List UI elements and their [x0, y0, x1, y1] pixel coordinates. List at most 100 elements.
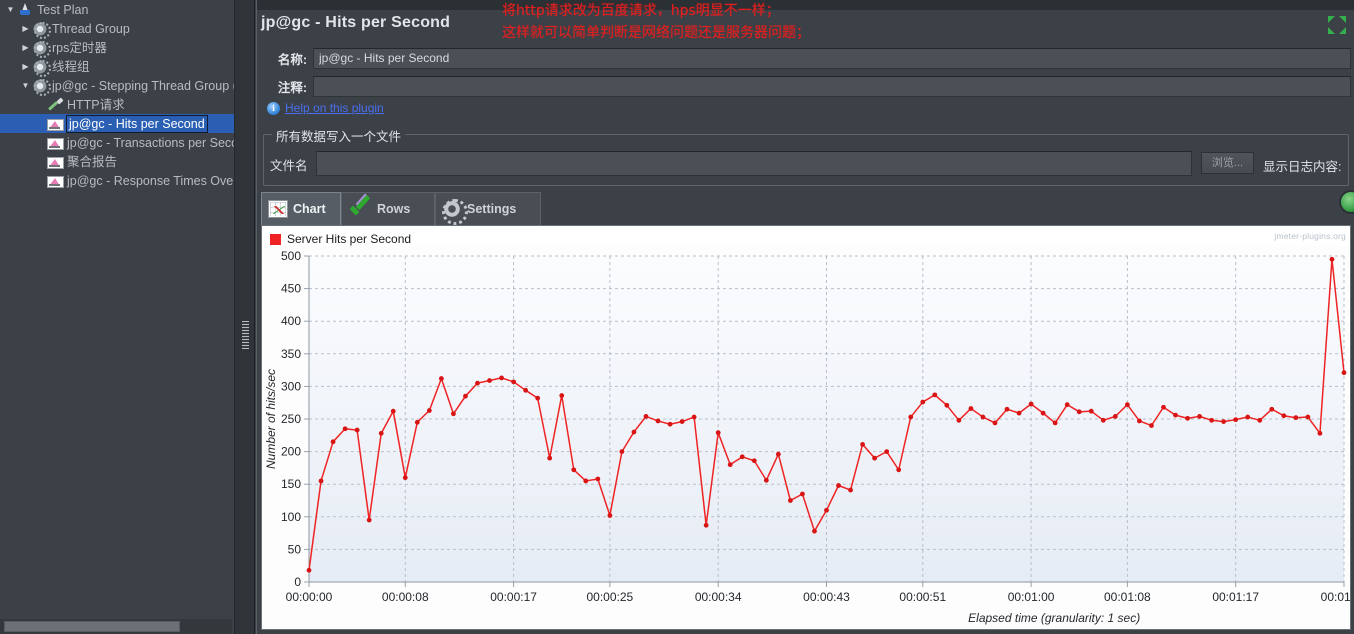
tree-indent-spacer: • [34, 133, 47, 152]
gear-icon [32, 58, 51, 77]
tree-item-3[interactable]: ▶ 线程组 [0, 57, 234, 77]
name-label: 名称: [277, 52, 307, 67]
gear-tab-icon [442, 199, 468, 225]
chart-tab-icon [268, 200, 288, 218]
tree-indent-spacer: • [34, 114, 47, 133]
svg-text:00:01:08: 00:01:08 [1104, 590, 1151, 604]
filename-label: 文件名 [270, 159, 308, 173]
tab-strip: Chart Rows Settings [261, 192, 1351, 225]
svg-text:350: 350 [281, 347, 301, 361]
tab-settings[interactable]: Settings [435, 192, 541, 225]
help-row: i Help on this plugin [267, 101, 384, 115]
svg-text:500: 500 [281, 249, 301, 263]
browse-button[interactable]: 浏览... [1201, 152, 1254, 174]
gear-icon [32, 20, 51, 39]
filename-input[interactable] [316, 151, 1192, 176]
expand-collapse-icon-open[interactable]: ▼ [19, 76, 32, 95]
tree-item-0[interactable]: ▼ Test Plan [0, 0, 234, 19]
tab-rows[interactable]: Rows [341, 192, 435, 225]
svg-text:450: 450 [281, 282, 301, 296]
title-strip [257, 0, 1354, 10]
write-all-data-group: 所有数据写入一个文件 文件名 浏览... 显示日志内容: 仅错误日志 仅成功日志… [263, 126, 1349, 186]
tree-item-label: jp@gc - Transactions per Secon [67, 135, 234, 150]
pipette-icon [47, 97, 64, 113]
tree-item-label: 聚合报告 [67, 154, 118, 169]
expand-collapse-icon-open[interactable]: ▼ [4, 0, 17, 19]
svg-text:00:01:26: 00:01:26 [1321, 590, 1350, 604]
main-panel: jp@gc - Hits per Second 名称: 注释: i Help o… [256, 0, 1354, 634]
splitter-grip-icon[interactable] [242, 321, 249, 349]
svg-text:00:00:08: 00:00:08 [382, 590, 429, 604]
svg-text:00:01:17: 00:01:17 [1212, 590, 1259, 604]
tree-item-5[interactable]: • HTTP请求 [0, 95, 234, 114]
legend-color-swatch [270, 233, 281, 245]
chart-icon [47, 175, 64, 188]
svg-text:0: 0 [294, 575, 301, 589]
sidebar-horizontal-scrollbar-track[interactable] [0, 619, 232, 634]
svg-text:00:01:00: 00:01:00 [1008, 590, 1055, 604]
svg-text:00:00:25: 00:00:25 [587, 590, 634, 604]
tree-indent-spacer: • [34, 95, 47, 114]
tree-item-label: 线程组 [52, 59, 90, 74]
svg-text:100: 100 [281, 510, 301, 524]
info-icon: i [267, 101, 280, 115]
tab-chart[interactable]: Chart [261, 192, 341, 225]
panel-splitter[interactable] [234, 0, 255, 634]
annotation-line-2: 这样就可以简单判断是网络问题还是服务器问题； [502, 25, 810, 41]
tree-item-label: Test Plan [37, 2, 89, 17]
tree-item-label: jp@gc - Stepping Thread Group (d [52, 78, 234, 93]
tree-item-label: Thread Group [52, 21, 130, 36]
tree-item-1[interactable]: ▶ Thread Group [0, 19, 234, 39]
tab-settings-label: Settings [467, 202, 517, 216]
tree-item-label: HTTP请求 [67, 97, 125, 112]
plot-area: 0 50 100 150 200 250 300 350 400 450 500 00:00:00 00… [262, 246, 1350, 629]
test-plan-tree[interactable]: ▼ Test Plan ▶ Thread Group ▶ rps定时器 ▶ 线程组 ▼ jp@gc… [0, 0, 234, 634]
expand-collapse-icon-closed[interactable]: ▶ [19, 38, 32, 57]
expand-arrows-icon[interactable] [1328, 16, 1346, 34]
sidebar-horizontal-scrollbar-thumb[interactable] [4, 621, 180, 632]
tree-item-2[interactable]: ▶ rps定时器 [0, 38, 234, 58]
legend-label: Server Hits per Second [287, 232, 412, 246]
show-log-content-label: 显示日志内容: [1263, 160, 1342, 174]
svg-text:Elapsed time (granularity: 1 s: Elapsed time (granularity: 1 sec) [968, 611, 1140, 625]
write-all-data-group-title: 所有数据写入一个文件 [272, 126, 406, 145]
tab-chart-label: Chart [293, 202, 326, 216]
svg-text:Number of hits/sec: Number of hits/sec [264, 369, 278, 469]
check-tab-icon [348, 198, 372, 220]
tree-item-label: jp@gc - Response Times Over T [67, 173, 234, 188]
svg-text:400: 400 [281, 314, 301, 328]
comment-input[interactable] [313, 75, 1351, 97]
svg-text:00:00:00: 00:00:00 [286, 590, 333, 604]
expand-collapse-icon-closed[interactable]: ▶ [19, 19, 32, 38]
comment-field-row: 注释: [257, 74, 1354, 98]
help-on-plugin-link[interactable]: Help on this plugin [285, 101, 384, 115]
hits-per-second-line-chart: 0 50 100 150 200 250 300 350 400 450 500 00:00:00 00… [262, 246, 1350, 629]
gear-icon [32, 77, 51, 96]
gear-icon [32, 39, 51, 58]
tab-rows-label: Rows [377, 202, 411, 216]
tree-item-4[interactable]: ▼ jp@gc - Stepping Thread Group (d [0, 76, 234, 96]
chart-icon [47, 137, 64, 150]
svg-text:00:00:34: 00:00:34 [695, 590, 742, 604]
comment-label: 注释: [277, 80, 307, 95]
tree-item-6[interactable]: • jp@gc - Hits per Second [0, 114, 234, 133]
svg-text:00:00:51: 00:00:51 [899, 590, 946, 604]
chart-legend: Server Hits per Second [270, 232, 411, 246]
tree-indent-spacer: • [34, 171, 47, 190]
watermark-text: jmeter-plugins.org [1274, 231, 1346, 241]
name-input[interactable] [313, 47, 1351, 69]
test-plan-icon [17, 2, 34, 18]
svg-text:00:00:17: 00:00:17 [490, 590, 537, 604]
svg-text:200: 200 [281, 445, 301, 459]
chart-panel: Server Hits per Second jmeter-plugins.or… [261, 225, 1351, 630]
svg-text:50: 50 [288, 542, 302, 556]
chart-icon [47, 118, 64, 131]
jmeter-window: ▼ Test Plan ▶ Thread Group ▶ rps定时器 ▶ 线程组 ▼ jp@gc… [0, 0, 1354, 634]
tree-item-7[interactable]: • jp@gc - Transactions per Secon [0, 133, 234, 152]
tree-item-8[interactable]: • 聚合报告 [0, 152, 234, 171]
svg-text:150: 150 [281, 477, 301, 491]
svg-text:00:00:43: 00:00:43 [803, 590, 850, 604]
tree-item-label: rps定时器 [52, 40, 107, 55]
tree-item-9[interactable]: • jp@gc - Response Times Over T [0, 171, 234, 190]
expand-collapse-icon-closed[interactable]: ▶ [19, 57, 32, 76]
